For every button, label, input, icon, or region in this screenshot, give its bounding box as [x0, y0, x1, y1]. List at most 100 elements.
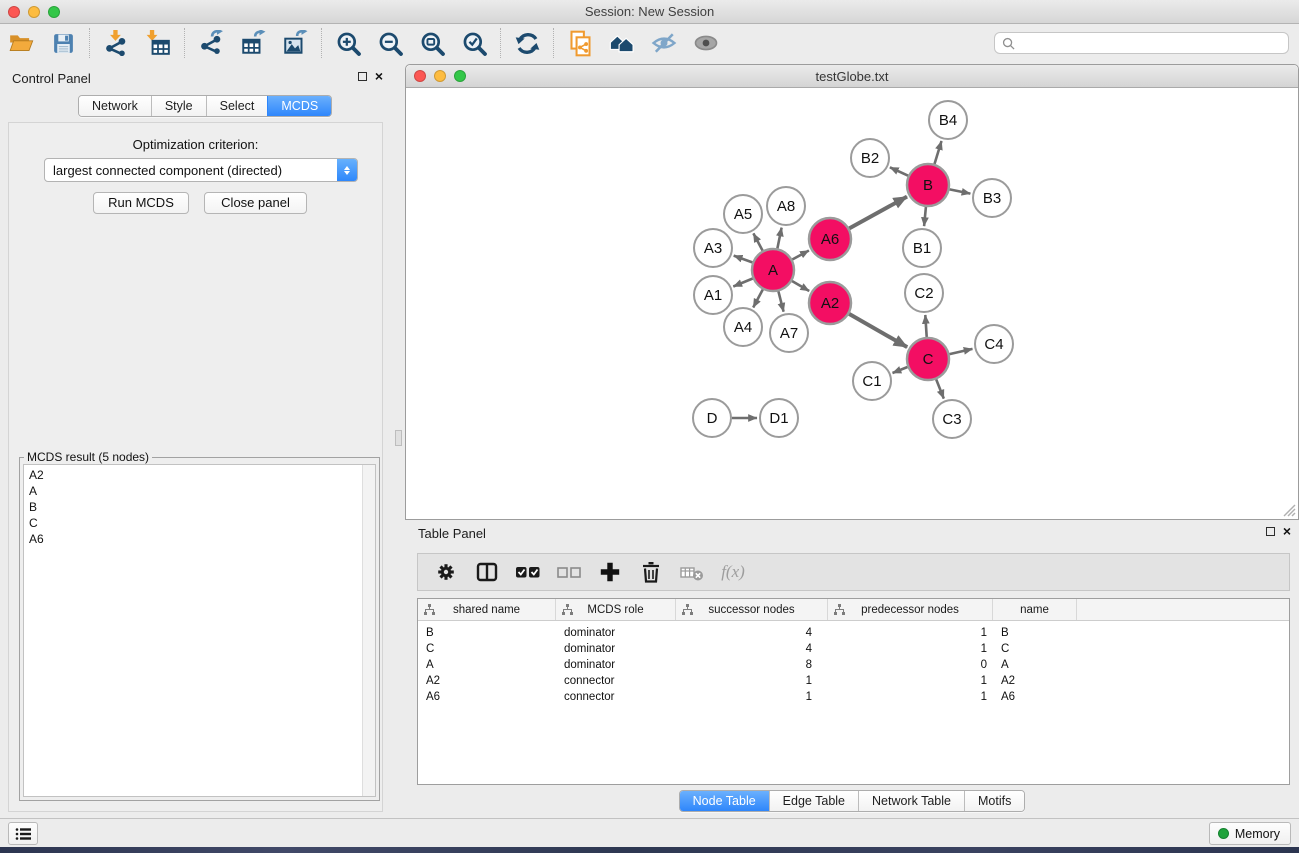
- cell-shared-name[interactable]: A6: [418, 689, 556, 705]
- graph-node-A[interactable]: A: [752, 249, 794, 291]
- window-resize-grip[interactable]: [1281, 502, 1296, 517]
- save-session-button[interactable]: [42, 26, 84, 60]
- cell-MCDS-role[interactable]: connector: [556, 673, 676, 689]
- import-network-button[interactable]: [95, 26, 137, 60]
- column-header-shared-name[interactable]: shared name: [418, 599, 556, 620]
- graph-edge-B-B4[interactable]: [935, 141, 942, 164]
- first-neighbors-button[interactable]: [601, 26, 643, 60]
- graph-edge-A-A6[interactable]: [792, 251, 809, 260]
- graph-node-C1[interactable]: C1: [853, 362, 891, 400]
- tab-select[interactable]: Select: [206, 96, 268, 116]
- cell-MCDS-role[interactable]: connector: [556, 689, 676, 705]
- cell-predecessor-nodes[interactable]: 1: [828, 689, 993, 705]
- graph-edge-C-C3[interactable]: [936, 379, 944, 398]
- table-row[interactable]: Cdominator41C: [418, 641, 1289, 657]
- graph-node-B[interactable]: B: [907, 164, 949, 206]
- graph-node-B3[interactable]: B3: [973, 179, 1011, 217]
- hide-selected-button[interactable]: [643, 26, 685, 60]
- new-network-from-selection-button[interactable]: [559, 26, 601, 60]
- export-table-button[interactable]: [232, 26, 274, 60]
- zoom-in-button[interactable]: [327, 26, 369, 60]
- table-row[interactable]: Bdominator41B: [418, 625, 1289, 641]
- panel-splitter-handle[interactable]: [395, 430, 402, 446]
- cell-successor-nodes[interactable]: 8: [676, 657, 828, 673]
- graph-edge-A-A3[interactable]: [734, 256, 753, 263]
- cell-predecessor-nodes[interactable]: 0: [828, 657, 993, 673]
- table-row[interactable]: A2connector11A2: [418, 673, 1289, 689]
- network-canvas[interactable]: B4B2BB3A8A5A6A3B1AA1C2A2A4A7C4CC1C3DD1: [406, 88, 1298, 519]
- cell-MCDS-role[interactable]: dominator: [556, 641, 676, 657]
- graph-node-A3[interactable]: A3: [694, 229, 732, 267]
- graph-node-B2[interactable]: B2: [851, 139, 889, 177]
- delete-table-button[interactable]: [678, 558, 706, 586]
- column-header-MCDS-role[interactable]: MCDS role: [556, 599, 676, 620]
- mcds-result-item[interactable]: A2: [24, 467, 361, 483]
- show-all-button[interactable]: [685, 26, 727, 60]
- control-panel-close-icon[interactable]: ×: [375, 71, 383, 81]
- tab-network[interactable]: Network: [79, 96, 151, 116]
- graph-edge-A-A2[interactable]: [792, 281, 809, 291]
- graph-edge-A-A8[interactable]: [777, 228, 781, 249]
- run-mcds-button[interactable]: Run MCDS: [93, 192, 189, 214]
- select-all-button[interactable]: [514, 558, 542, 586]
- cell-MCDS-role[interactable]: dominator: [556, 657, 676, 673]
- cell-name[interactable]: A2: [993, 673, 1077, 689]
- import-table-button[interactable]: [137, 26, 179, 60]
- zoom-fit-button[interactable]: [411, 26, 453, 60]
- graph-node-A4[interactable]: A4: [724, 308, 762, 346]
- tab-motifs[interactable]: Motifs: [964, 791, 1024, 811]
- graph-edge-C-C4[interactable]: [950, 349, 973, 354]
- cell-shared-name[interactable]: B: [418, 625, 556, 641]
- cell-name[interactable]: A: [993, 657, 1077, 673]
- close-panel-button[interactable]: Close panel: [204, 192, 307, 214]
- criterion-select[interactable]: largest connected component (directed): [44, 158, 358, 182]
- cell-name[interactable]: B: [993, 625, 1077, 641]
- column-header-successor-nodes[interactable]: successor nodes: [676, 599, 828, 620]
- graph-node-B1[interactable]: B1: [903, 229, 941, 267]
- graph-node-A1[interactable]: A1: [694, 276, 732, 314]
- graph-node-D1[interactable]: D1: [760, 399, 798, 437]
- graph-node-C4[interactable]: C4: [975, 325, 1013, 363]
- result-scrollbar[interactable]: [362, 465, 375, 796]
- table-row[interactable]: A6connector11A6: [418, 689, 1289, 705]
- graph-edge-A2-C[interactable]: [849, 314, 907, 347]
- mcds-result-item[interactable]: A6: [24, 531, 361, 547]
- graph-node-C[interactable]: C: [907, 338, 949, 380]
- graph-edge-B-B1[interactable]: [924, 207, 926, 226]
- cell-predecessor-nodes[interactable]: 1: [828, 625, 993, 641]
- cell-successor-nodes[interactable]: 4: [676, 625, 828, 641]
- search-input[interactable]: [1019, 34, 1288, 52]
- mcds-result-item[interactable]: A: [24, 483, 361, 499]
- delete-entry-button[interactable]: [637, 558, 665, 586]
- graph-edge-C-C2[interactable]: [925, 315, 926, 337]
- graph-node-A7[interactable]: A7: [770, 314, 808, 352]
- graph-node-A2[interactable]: A2: [809, 282, 851, 324]
- show-columns-button[interactable]: [473, 558, 501, 586]
- cell-predecessor-nodes[interactable]: 1: [828, 641, 993, 657]
- zoom-out-button[interactable]: [369, 26, 411, 60]
- graph-node-B4[interactable]: B4: [929, 101, 967, 139]
- memory-button[interactable]: Memory: [1209, 822, 1291, 845]
- cell-MCDS-role[interactable]: dominator: [556, 625, 676, 641]
- graph-edge-A-A1[interactable]: [733, 279, 752, 287]
- graph-edge-A-A4[interactable]: [753, 290, 763, 308]
- table-panel-close-icon[interactable]: ×: [1283, 526, 1291, 536]
- cell-name[interactable]: C: [993, 641, 1077, 657]
- export-network-button[interactable]: [190, 26, 232, 60]
- graph-node-A6[interactable]: A6: [809, 218, 851, 260]
- graph-edge-A-A5[interactable]: [753, 233, 762, 250]
- table-options-button[interactable]: [432, 558, 460, 586]
- add-entry-button[interactable]: [596, 558, 624, 586]
- graph-node-A8[interactable]: A8: [767, 187, 805, 225]
- graph-edge-B-B3[interactable]: [950, 189, 971, 193]
- graph-node-C2[interactable]: C2: [905, 274, 943, 312]
- mcds-result-item[interactable]: C: [24, 515, 361, 531]
- control-panel-float-icon[interactable]: [358, 72, 367, 81]
- cell-shared-name[interactable]: C: [418, 641, 556, 657]
- graph-edge-A-A7[interactable]: [778, 291, 783, 311]
- graph-edge-B-B2[interactable]: [890, 167, 908, 175]
- cell-successor-nodes[interactable]: 1: [676, 673, 828, 689]
- cell-shared-name[interactable]: A: [418, 657, 556, 673]
- graph-node-C3[interactable]: C3: [933, 400, 971, 438]
- unselect-all-button[interactable]: [555, 558, 583, 586]
